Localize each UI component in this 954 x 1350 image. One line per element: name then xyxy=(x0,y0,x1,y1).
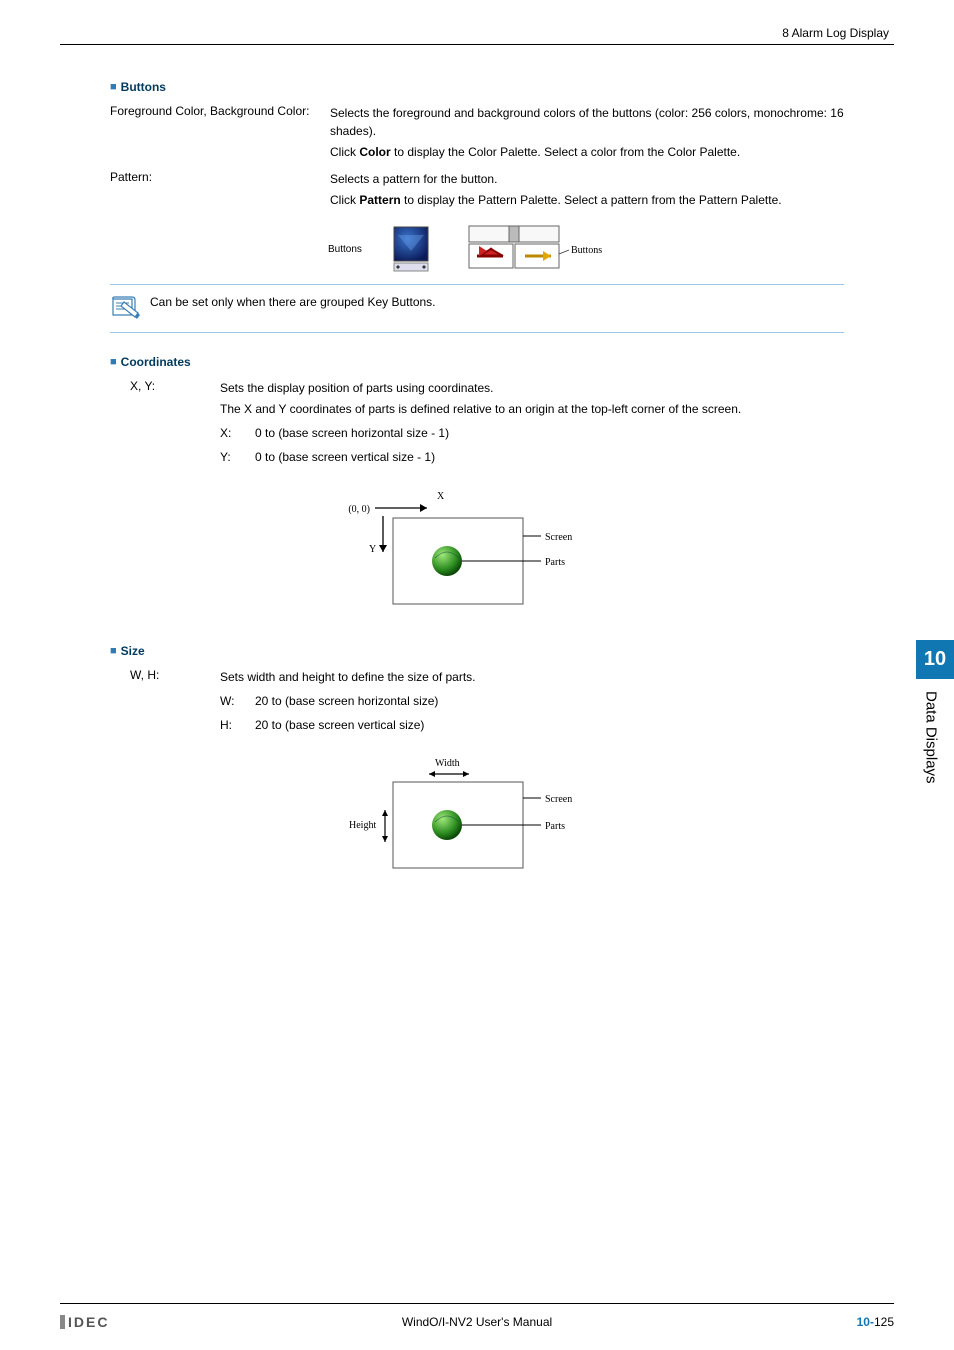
definition-row: Foreground Color, Background Color: Sele… xyxy=(110,104,844,164)
illus-label-right: Buttons xyxy=(571,245,602,256)
illus-label-left: Buttons xyxy=(328,244,362,255)
bullet-square-icon: ■ xyxy=(110,81,117,93)
screen-label: Screen xyxy=(545,532,572,543)
header-breadcrumb: 8 Alarm Log Display xyxy=(782,26,889,40)
parts-label: Parts xyxy=(545,557,565,568)
definition-desc: Selects a pattern for the button. Click … xyxy=(330,170,844,212)
button-graphic-2-icon: Buttons xyxy=(467,224,602,274)
note-box: Can be set only when there are grouped K… xyxy=(110,284,844,333)
definition-term: W, H: xyxy=(130,668,220,740)
chapter-side-tab: 10 Data Displays xyxy=(916,640,954,820)
screen-label: Screen xyxy=(545,794,572,805)
section-heading-coordinates: ■Coordinates xyxy=(110,355,844,369)
note-icon xyxy=(110,293,140,324)
footer-rule xyxy=(60,1303,894,1304)
bullet-square-icon: ■ xyxy=(110,645,117,657)
header-rule xyxy=(60,44,894,45)
definition-row: X, Y: Sets the display position of parts… xyxy=(130,379,844,472)
chapter-title-vertical: Data Displays xyxy=(923,679,948,784)
parts-label: Parts xyxy=(545,821,565,832)
height-label: Height xyxy=(349,820,376,831)
section-heading-size: ■Size xyxy=(110,644,844,658)
definition-desc: Selects the foreground and background co… xyxy=(330,104,844,164)
definition-term: X, Y: xyxy=(130,379,220,472)
buttons-illustration: Buttons xyxy=(110,224,844,274)
width-label: Width xyxy=(435,758,460,769)
manual-title: WindO/I-NV2 User's Manual xyxy=(60,1315,894,1329)
diagram-origin-label: (0, 0) xyxy=(348,504,370,515)
section-heading-buttons: ■Buttons xyxy=(110,80,844,94)
definition-desc: Sets width and height to define the size… xyxy=(220,668,844,740)
chapter-number-badge: 10 xyxy=(916,640,954,679)
note-text: Can be set only when there are grouped K… xyxy=(150,293,436,309)
x-axis-label: X xyxy=(437,491,445,502)
button-graphic-1-icon xyxy=(392,225,437,273)
y-axis-label: Y xyxy=(369,544,376,555)
coordinates-diagram: (0, 0) X Y Screen Parts xyxy=(110,486,844,616)
definition-term: Pattern: xyxy=(110,170,330,212)
bullet-square-icon: ■ xyxy=(110,356,117,368)
definition-row: Pattern: Selects a pattern for the butto… xyxy=(110,170,844,212)
page-footer: IDEC WindO/I-NV2 User's Manual 10-125 xyxy=(60,1314,894,1330)
size-diagram: Width Screen Height Parts xyxy=(110,754,844,884)
definition-desc: Sets the display position of parts using… xyxy=(220,379,844,472)
definition-row: W, H: Sets width and height to define th… xyxy=(130,668,844,740)
definition-term: Foreground Color, Background Color: xyxy=(110,104,330,164)
